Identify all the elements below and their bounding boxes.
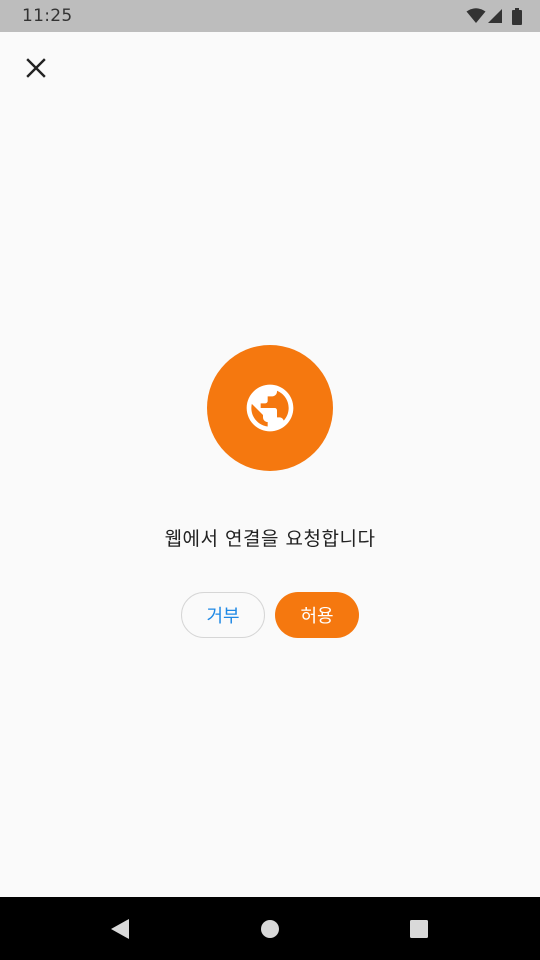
deny-button[interactable]: 거부: [181, 592, 265, 638]
recents-button[interactable]: [389, 897, 449, 960]
close-icon: [26, 58, 46, 78]
home-icon: [261, 919, 279, 938]
globe-icon: [246, 384, 294, 432]
allow-button[interactable]: 허용: [275, 592, 359, 638]
navigation-bar: [0, 897, 540, 960]
signal-icon: [488, 9, 502, 23]
status-bar: 11:25: [0, 0, 540, 32]
globe-badge: [207, 345, 333, 471]
back-button[interactable]: [90, 897, 150, 960]
recents-icon: [410, 919, 428, 938]
home-button[interactable]: [240, 897, 300, 960]
back-icon: [111, 918, 129, 939]
connection-request-message: 웹에서 연결을 요청합니다: [164, 528, 376, 550]
wifi-icon: [466, 8, 486, 23]
close-button[interactable]: [20, 52, 52, 84]
status-time: 11:25: [22, 6, 73, 26]
status-icons: [466, 7, 522, 25]
battery-icon: [512, 7, 522, 25]
